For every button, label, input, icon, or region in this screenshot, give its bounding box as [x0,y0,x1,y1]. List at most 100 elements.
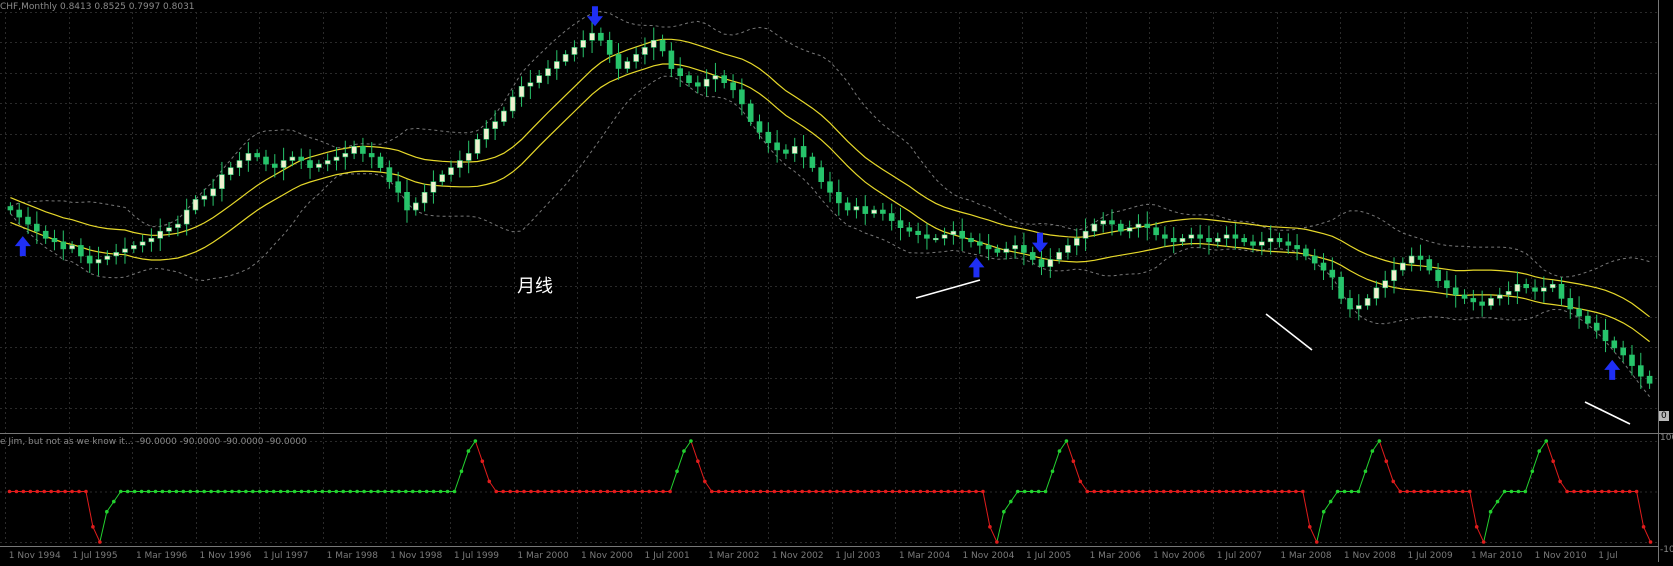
candle-body [721,75,728,83]
indicator-point [703,479,707,484]
indicator-segment [99,511,108,543]
indicator-point [1530,469,1535,474]
indicator-point [633,489,638,494]
x-tick-label: 1 Jul 2001 [645,551,690,561]
indicator-point [77,489,81,494]
indicator-point [1294,489,1298,494]
indicator-segment [1392,481,1401,492]
indicator-point [675,469,679,474]
price-right-label: 0 [1659,411,1669,421]
candle-body [1523,283,1529,289]
candle-body [1047,259,1054,267]
indicator-segment [697,461,706,482]
indicator-point [1036,489,1041,494]
indicator-point [1057,449,1062,453]
indicator-segment [481,461,490,482]
candle-body [474,139,481,154]
indicator-point [306,489,311,494]
candle-body [1100,220,1106,225]
x-tick-label: 1 Nov 1998 [390,551,442,561]
indicator-point [1363,469,1368,474]
indicator-point [258,489,262,494]
candle-body [624,61,631,69]
indicator-point [1099,489,1103,494]
indicator-point [1600,489,1604,494]
indicator-point [786,489,791,494]
candle-body [492,121,498,129]
candle-body [78,245,84,257]
candle-body [1241,238,1247,243]
indicator-point [285,489,290,494]
indicator-point [522,489,526,494]
candle-body [86,255,93,264]
indicator-point [1384,459,1389,464]
indicator-point [111,499,116,504]
x-tick-label: 1 Mar 1996 [136,551,188,561]
indicator-point [814,489,818,494]
candle-body [765,131,772,144]
candle-body [642,47,648,55]
indicator-segment [1371,440,1380,452]
indicator-point [1488,509,1493,514]
indicator-point [390,489,394,494]
pointer-line [915,279,981,299]
indicator-point [793,489,798,494]
candle-body [157,230,163,239]
indicator-point [1321,509,1326,514]
candle-body [1638,365,1644,377]
indicator-point [1217,489,1222,494]
indicator-segment [468,440,476,452]
candle-body [1074,238,1080,246]
indicator-point [1224,489,1229,494]
x-tick-label: 1 Jul 2009 [1407,551,1452,561]
candle-body [1285,241,1292,246]
candle-body [1620,347,1626,356]
indicator-point [981,489,985,494]
indicator-point [334,489,339,494]
indicator-point [974,489,978,494]
candle-body [994,248,1001,253]
candle-body [483,128,490,140]
candle-body [1126,227,1133,232]
indicator-point [772,489,777,494]
candle-body [201,195,208,200]
indicator-segment [1469,491,1478,527]
indicator-segment [1385,461,1394,482]
candle-body [245,153,252,161]
candle-body [1091,223,1098,232]
candle-body [959,230,966,239]
lower-band-line [10,75,1650,398]
candle-body [1170,238,1177,243]
indicator-point [1405,489,1409,494]
indicator-point [410,489,415,494]
indicator-point [1447,489,1451,494]
price-chart[interactable]: 1 Nov 1994 1 Jul 1995 1 Mar 1996 1 Nov 1996… [0,0,1673,562]
candle-body [747,103,754,122]
indicator-segment [1552,461,1561,482]
indicator-point [223,489,227,494]
candle-body [1320,262,1327,271]
indicator-point [779,489,784,494]
indicator-point [216,489,220,494]
candle-body [756,121,763,133]
indicator-point [1551,459,1555,464]
indicator-point [1189,489,1194,494]
candle-body [1135,223,1142,228]
indicator-point [355,489,359,494]
indicator-point [7,489,12,494]
candle-body [880,209,886,214]
candle-body [1021,245,1027,253]
indicator-point [49,489,53,494]
indicator-point [619,489,624,494]
indicator-point [327,489,332,494]
x-tick-label: 1 Mar 1998 [327,551,379,561]
candle-body [421,192,428,204]
indicator-point [348,489,353,494]
buy-arrow-icon [968,257,985,278]
indicator-point [1210,489,1215,494]
chart-window[interactable]: 1 Nov 1994 1 Jul 1995 1 Mar 1996 1 Nov 1996… [0,0,1673,562]
candle-body [131,245,137,250]
annotation-label: 月线 [517,276,553,297]
indicator-point [1002,509,1006,514]
indicator-segment [460,450,469,472]
